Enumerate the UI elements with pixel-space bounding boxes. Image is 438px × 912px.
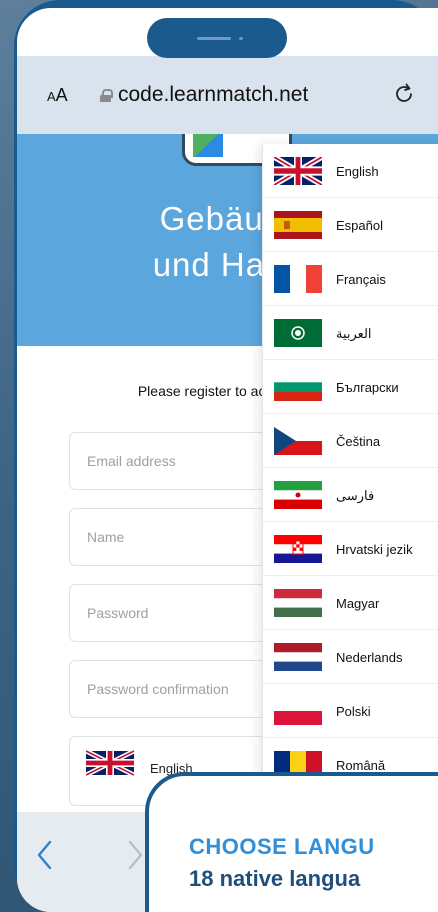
lock-icon	[100, 88, 113, 102]
arab-league-flag-icon	[274, 319, 322, 347]
language-option-croatian[interactable]: Hrvatski jezik	[263, 522, 438, 576]
language-option-czech[interactable]: Čeština	[263, 414, 438, 468]
spain-flag-icon	[274, 211, 322, 239]
language-option-bulgarian[interactable]: Български	[263, 360, 438, 414]
uk-flag-icon	[86, 749, 134, 777]
language-option-polski[interactable]: Polski	[263, 684, 438, 738]
forward-icon[interactable]	[125, 838, 145, 872]
iran-flag-icon	[274, 481, 322, 509]
poland-flag-icon	[274, 697, 322, 725]
language-option-nederlands[interactable]: Nederlands	[263, 630, 438, 684]
language-option-english[interactable]: English	[263, 144, 438, 198]
language-option-arabic[interactable]: العربية	[263, 306, 438, 360]
language-dropdown-menu: English Español Français العربية Българс…	[262, 144, 438, 792]
language-option-espanol[interactable]: Español	[263, 198, 438, 252]
url-display[interactable]: code.learnmatch.net	[100, 83, 308, 107]
callout-subtitle: 18 native langua	[189, 866, 361, 891]
speaker-grille	[197, 37, 231, 40]
netherlands-flag-icon	[274, 643, 322, 671]
callout-title: CHOOSE LANGU	[189, 834, 375, 859]
language-callout: CHOOSE LANGU 18 native langua	[145, 772, 438, 912]
language-option-farsi[interactable]: فارسی	[263, 468, 438, 522]
croatia-flag-icon	[274, 535, 322, 563]
bulgaria-flag-icon	[274, 373, 322, 401]
uk-flag-icon	[274, 157, 322, 185]
url-text: code.learnmatch.net	[118, 83, 309, 106]
language-option-magyar[interactable]: Magyar	[263, 576, 438, 630]
france-flag-icon	[274, 265, 322, 293]
front-camera	[239, 37, 243, 40]
language-option-francais[interactable]: Français	[263, 252, 438, 306]
text-size-button[interactable]: AA	[47, 85, 68, 106]
hungary-flag-icon	[274, 589, 322, 617]
phone-notch	[147, 18, 287, 58]
reload-icon[interactable]	[392, 82, 416, 106]
back-icon[interactable]	[35, 838, 55, 872]
czech-flag-icon	[274, 427, 322, 455]
browser-address-bar[interactable]: AA code.learnmatch.net	[17, 56, 438, 134]
